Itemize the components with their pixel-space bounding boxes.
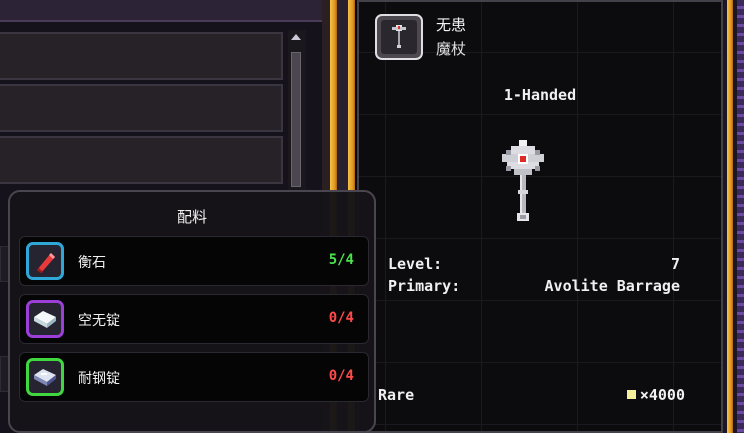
- recipe-panel: 配料 衡石 5/4 空无锭 0/4 耐钢锭 0/4: [8, 190, 376, 433]
- ingredient-count: 0/4: [328, 368, 354, 384]
- ingredient-row[interactable]: 衡石 5/4: [19, 236, 369, 286]
- stat-label: Level:: [388, 255, 443, 273]
- white-ingot-icon: [34, 311, 56, 328]
- ingredient-count: 0/4: [328, 310, 354, 326]
- price-label: ×4000: [626, 386, 685, 404]
- recipe-title: 配料: [176, 208, 207, 226]
- staff-icon: [502, 140, 544, 221]
- scroll-up-arrow-icon[interactable]: [291, 34, 301, 40]
- ingredient-name: 衡石: [78, 255, 106, 271]
- staff-icon: [392, 25, 406, 48]
- stat-value: Avolite Barrage: [544, 277, 680, 295]
- list-row[interactable]: [0, 136, 283, 184]
- item-type: 魔杖: [436, 40, 467, 58]
- list-top-bar: [0, 0, 322, 22]
- gold-border: [727, 0, 733, 433]
- ingredient-icon-frame: [26, 300, 64, 338]
- item-icon-frame: [375, 14, 423, 60]
- price-value: ×4000: [639, 386, 685, 404]
- list-row[interactable]: [0, 32, 283, 80]
- ingredient-name: 耐钢锭: [78, 371, 120, 387]
- red-crystal-icon: [37, 253, 55, 273]
- steel-ingot-icon: [34, 369, 56, 386]
- stat-value: 7: [670, 255, 680, 273]
- ingredient-icon-frame: [26, 358, 64, 396]
- item-name: 无患: [436, 16, 467, 34]
- pixel-currency-icon: [626, 390, 636, 399]
- ingredient-name: 空无锭: [78, 313, 120, 329]
- purple-frame: [737, 0, 744, 433]
- ingredient-row[interactable]: 空无锭 0/4: [19, 294, 369, 344]
- rarity-label: Rare: [378, 386, 415, 404]
- ingredient-count: 5/4: [328, 252, 354, 268]
- stat-label: Primary:: [388, 277, 461, 295]
- ingredient-icon-frame: [26, 242, 64, 280]
- list-row[interactable]: [0, 84, 283, 132]
- handedness-label: 1-Handed: [503, 86, 577, 104]
- scrollbar-thumb[interactable]: [291, 52, 301, 187]
- ingredient-row[interactable]: 耐钢锭 0/4: [19, 352, 369, 402]
